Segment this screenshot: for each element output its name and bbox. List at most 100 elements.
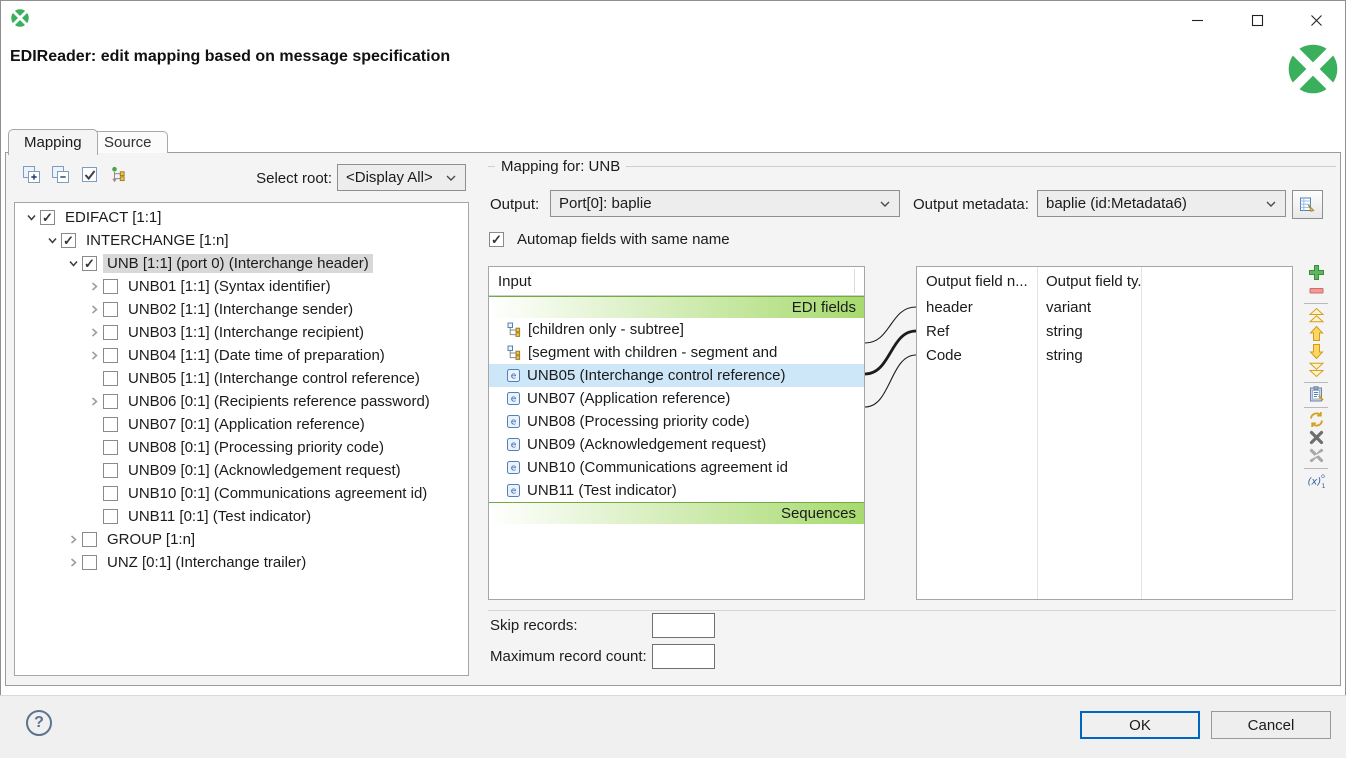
paste-fields-button[interactable] — [1305, 386, 1327, 403]
tree-item[interactable]: UNB11 [0:1] (Test indicator) — [15, 505, 468, 528]
minimize-button[interactable] — [1182, 6, 1212, 34]
tree-item[interactable]: UNB04 [1:1] (Date time of preparation) — [15, 344, 468, 367]
select-root-combo[interactable]: <Display All> — [337, 164, 466, 191]
tree-item-label[interactable]: UNB05 [1:1] (Interchange control referen… — [124, 369, 424, 388]
chevron-down-icon[interactable] — [65, 255, 82, 272]
cancel-button[interactable]: Cancel — [1211, 711, 1331, 739]
chevron-right-icon[interactable] — [86, 393, 103, 410]
collapse-all-button[interactable] — [50, 164, 71, 185]
tree-item-checkbox[interactable] — [103, 348, 118, 363]
tree-item-label[interactable]: UNB02 [1:1] (Interchange sender) — [124, 300, 357, 319]
cancel-assignment-button[interactable] — [1305, 429, 1327, 446]
move-down-button[interactable] — [1305, 343, 1327, 360]
input-field-item[interactable]: eUNB05 (Interchange control reference) — [489, 364, 864, 387]
tree-item-label[interactable]: INTERCHANGE [1:n] — [82, 231, 233, 250]
maximize-button[interactable] — [1242, 6, 1272, 34]
tree-item[interactable]: UNB [1:1] (port 0) (Interchange header) — [15, 252, 468, 275]
tree-item-checkbox[interactable] — [103, 509, 118, 524]
tree-item-checkbox[interactable] — [103, 486, 118, 501]
tree-item-checkbox[interactable] — [103, 417, 118, 432]
chevron-right-icon[interactable] — [86, 347, 103, 364]
input-field-item[interactable]: eUNB09 (Acknowledgement request) — [489, 433, 864, 456]
tree-item-checkbox[interactable] — [40, 210, 55, 225]
output-field-name-header[interactable]: Output field n... — [917, 273, 1037, 290]
output-field-row[interactable]: Codestring — [917, 343, 1292, 367]
tree-item[interactable]: UNB06 [0:1] (Recipients reference passwo… — [15, 390, 468, 413]
tree-item[interactable]: GROUP [1:n] — [15, 528, 468, 551]
move-bottom-button[interactable] — [1305, 361, 1327, 378]
check-all-button[interactable] — [79, 164, 100, 185]
output-metadata-combo[interactable]: baplie (id:Metadata6) — [1037, 190, 1286, 217]
input-field-item[interactable]: eUNB10 (Communications agreement id — [489, 456, 864, 479]
tree-item-label[interactable]: UNB10 [0:1] (Communications agreement id… — [124, 484, 431, 503]
tree-item[interactable]: UNB10 [0:1] (Communications agreement id… — [15, 482, 468, 505]
tree-item[interactable]: UNB02 [1:1] (Interchange sender) — [15, 298, 468, 321]
auto-assign-button[interactable] — [1305, 411, 1327, 428]
tree-item[interactable]: UNB05 [1:1] (Interchange control referen… — [15, 367, 468, 390]
tree-item-checkbox[interactable] — [103, 325, 118, 340]
help-button[interactable]: ? — [26, 710, 52, 736]
column-divider[interactable] — [1141, 267, 1142, 599]
skip-records-input[interactable] — [652, 613, 715, 638]
ok-button[interactable]: OK — [1080, 711, 1200, 739]
output-field-type-header[interactable]: Output field ty... — [1037, 273, 1141, 290]
tree-item-checkbox[interactable] — [82, 555, 97, 570]
chevron-right-icon[interactable] — [86, 278, 103, 295]
tree-item[interactable]: UNB08 [0:1] (Processing priority code) — [15, 436, 468, 459]
edit-metadata-button[interactable] — [1292, 190, 1323, 219]
column-divider[interactable] — [854, 269, 855, 293]
tree-item-label[interactable]: UNB09 [0:1] (Acknowledgement request) — [124, 461, 405, 480]
tree-order-button[interactable] — [108, 164, 129, 185]
tree-item-label[interactable]: UNB06 [0:1] (Recipients reference passwo… — [124, 392, 434, 411]
output-port-combo[interactable]: Port[0]: baplie — [550, 190, 900, 217]
tree-item-label[interactable]: UNB04 [1:1] (Date time of preparation) — [124, 346, 389, 365]
tree-item-label[interactable]: UNB [1:1] (port 0) (Interchange header) — [103, 254, 373, 273]
column-divider[interactable] — [1037, 267, 1038, 599]
remove-field-button[interactable] — [1305, 282, 1327, 299]
tree-item-checkbox[interactable] — [103, 394, 118, 409]
move-top-button[interactable] — [1305, 307, 1327, 324]
tree-item[interactable]: UNB03 [1:1] (Interchange recipient) — [15, 321, 468, 344]
close-button[interactable] — [1301, 6, 1331, 34]
occurrences-button[interactable]: (x)o1 — [1305, 472, 1327, 489]
tree-item[interactable]: UNB07 [0:1] (Application reference) — [15, 413, 468, 436]
add-field-button[interactable] — [1305, 264, 1327, 281]
chevron-down-icon[interactable] — [23, 209, 40, 226]
chevron-down-icon[interactable] — [44, 232, 61, 249]
max-record-count-input[interactable] — [652, 644, 715, 669]
input-column-header[interactable]: Input — [489, 267, 864, 296]
tree-item-label[interactable]: GROUP [1:n] — [103, 530, 199, 549]
tree-item-label[interactable]: UNB07 [0:1] (Application reference) — [124, 415, 369, 434]
tree-item-checkbox[interactable] — [103, 302, 118, 317]
chevron-right-icon[interactable] — [86, 324, 103, 341]
tree-item-checkbox[interactable] — [61, 233, 76, 248]
input-field-item[interactable]: eUNB08 (Processing priority code) — [489, 410, 864, 433]
tree-item-checkbox[interactable] — [103, 279, 118, 294]
tree-item-label[interactable]: EDIFACT [1:1] — [61, 208, 165, 227]
input-field-item[interactable]: eUNB11 (Test indicator) — [489, 479, 864, 502]
input-field-item[interactable]: [segment with children - segment and — [489, 341, 864, 364]
tree-item[interactable]: UNB09 [0:1] (Acknowledgement request) — [15, 459, 468, 482]
input-field-item[interactable]: [children only - subtree] — [489, 318, 864, 341]
tree-item-checkbox[interactable] — [103, 371, 118, 386]
tree-item-label[interactable]: UNB03 [1:1] (Interchange recipient) — [124, 323, 368, 342]
move-up-button[interactable] — [1305, 325, 1327, 342]
tree-item[interactable]: UNB01 [1:1] (Syntax identifier) — [15, 275, 468, 298]
tree-item[interactable]: EDIFACT [1:1] — [15, 206, 468, 229]
tree-item-label[interactable]: UNZ [0:1] (Interchange trailer) — [103, 553, 310, 572]
tree-item-checkbox[interactable] — [103, 440, 118, 455]
tree-item-checkbox[interactable] — [82, 256, 97, 271]
tree-item-label[interactable]: UNB11 [0:1] (Test indicator) — [124, 507, 315, 526]
output-field-row[interactable]: Refstring — [917, 319, 1292, 343]
tree-item-checkbox[interactable] — [82, 532, 97, 547]
chevron-right-icon[interactable] — [86, 301, 103, 318]
tree-item[interactable]: UNZ [0:1] (Interchange trailer) — [15, 551, 468, 574]
tree-item-label[interactable]: UNB08 [0:1] (Processing priority code) — [124, 438, 388, 457]
output-field-row[interactable]: headervariant — [917, 295, 1292, 319]
input-field-item[interactable]: eUNB07 (Application reference) — [489, 387, 864, 410]
chevron-right-icon[interactable] — [65, 531, 82, 548]
automap-checkbox[interactable] — [489, 232, 504, 247]
tree-item-checkbox[interactable] — [103, 463, 118, 478]
expand-all-button[interactable] — [21, 164, 42, 185]
chevron-right-icon[interactable] — [65, 554, 82, 571]
